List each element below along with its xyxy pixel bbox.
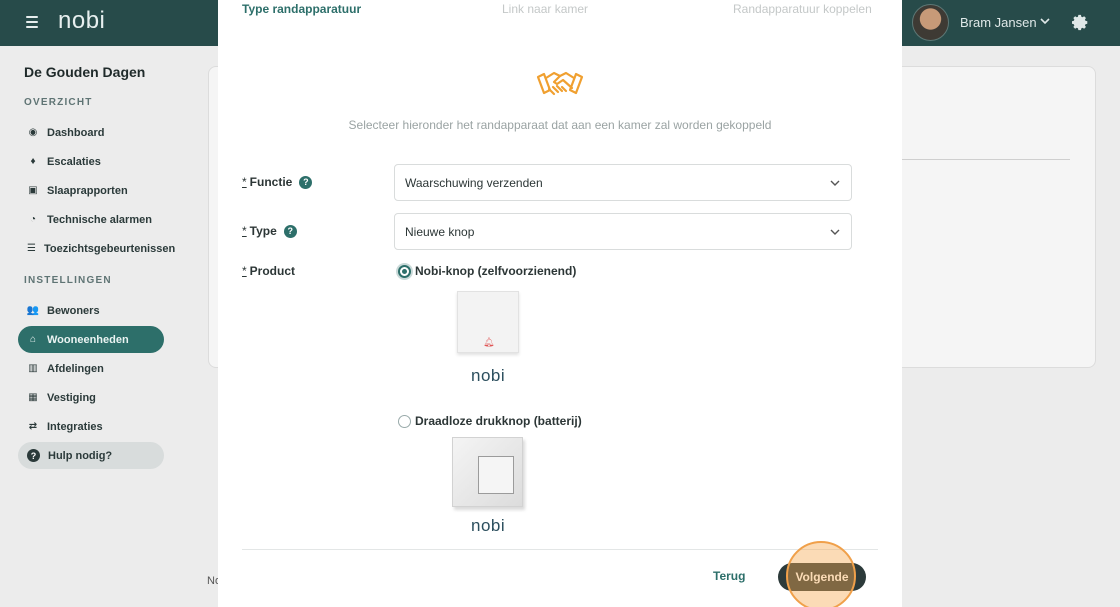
radio-button[interactable]	[398, 414, 411, 428]
bell-icon: 🔔︎	[483, 337, 495, 347]
sidebar-item-label: Escalaties	[47, 155, 101, 168]
chevron-down-icon	[830, 229, 840, 235]
product-option-nobi-knop[interactable]: Nobi-knop (zelfvoorzienend)	[398, 264, 576, 278]
step-type-randapparatuur: Type randapparatuur	[242, 2, 362, 16]
hamburger-menu-icon[interactable]	[26, 16, 38, 28]
footer-divider	[242, 549, 878, 550]
radio-button-checked[interactable]	[398, 264, 411, 278]
sidebar-item-integraties[interactable]: ⇄ Integraties	[18, 413, 164, 440]
nobi-button-image: 🔔︎	[457, 291, 519, 353]
type-select[interactable]: Nieuwe knop	[394, 213, 852, 250]
wireless-push-button-image	[452, 437, 523, 507]
background-divider	[900, 159, 1070, 160]
dashboard-icon: ◉	[28, 127, 38, 138]
sidebar-item-label: Dashboard	[47, 126, 105, 139]
help-label: Hulp nodig?	[48, 449, 113, 462]
handshake-icon	[536, 71, 584, 96]
user-name[interactable]: Bram Jansen	[960, 15, 1037, 30]
step-randapparatuur-koppelen: Randapparatuur koppelen	[733, 2, 872, 16]
brand-logo: nobi	[471, 366, 506, 385]
next-button[interactable]: Volgende	[778, 563, 866, 591]
home-icon: ⌂	[29, 334, 37, 345]
section-label-settings: INSTELLINGEN	[24, 275, 112, 286]
sidebar-item-dashboard[interactable]: ◉ Dashboard	[18, 119, 164, 146]
step-link-naar-kamer: Link naar kamer	[502, 2, 589, 16]
sidebar-item-label: Vestiging	[47, 391, 96, 404]
sidebar-item-escalaties[interactable]: ♦ Escalaties	[18, 148, 164, 175]
organization-name: De Gouden Dagen	[24, 64, 146, 80]
type-select-value: Nieuwe knop	[405, 224, 475, 239]
add-peripheral-modal: Type randapparatuur Link naar kamer Rand…	[218, 0, 902, 607]
question-icon[interactable]: ?	[299, 175, 313, 189]
department-icon: ▥	[28, 363, 38, 374]
back-button[interactable]: Terug	[713, 569, 745, 583]
question-icon: ?	[27, 449, 40, 462]
type-label: * Type ?	[242, 224, 297, 238]
chevron-down-icon	[830, 180, 840, 186]
escalation-icon: ♦	[30, 156, 36, 167]
gear-icon[interactable]	[1072, 14, 1089, 31]
residents-icon: 👥	[26, 305, 40, 316]
sidebar-item-label: Toezichtsgebeurtenissen	[43, 242, 176, 255]
product-option-label: Nobi-knop (zelfvoorzienend)	[415, 264, 577, 278]
function-label: * Functie ?	[242, 175, 313, 189]
sidebar-item-technische-alarmen[interactable]: ◔ Technische alarmen	[18, 206, 164, 233]
sidebar-item-slaaprapporten[interactable]: ▣ Slaaprapporten	[18, 177, 164, 204]
product-option-draadloze-drukknop[interactable]: Draadloze drukknop (batterij)	[398, 414, 582, 428]
alarm-clock-icon: ◔	[29, 214, 37, 225]
product-option-label: Draadloze drukknop (batterij)	[415, 414, 582, 428]
sidebar-item-label: Technische alarmen	[47, 213, 152, 226]
sidebar-item-label: Wooneenheden	[47, 333, 129, 346]
chevron-down-icon[interactable]	[1039, 15, 1051, 27]
integration-icon: ⇄	[28, 421, 38, 432]
sidebar-item-wooneenheden[interactable]: ⌂ Wooneenheden	[18, 326, 164, 353]
sidebar-item-vestiging[interactable]: ▦ Vestiging	[18, 384, 164, 411]
function-select[interactable]: Waarschuwing verzenden	[394, 164, 852, 201]
sidebar-item-label: Slaaprapporten	[47, 184, 128, 197]
help-button[interactable]: ? Hulp nodig?	[18, 442, 164, 469]
function-select-value: Waarschuwing verzenden	[405, 175, 543, 190]
brand-logo: nobi	[471, 516, 506, 535]
sidebar-item-label: Integraties	[47, 420, 103, 433]
sidebar-item-bewoners[interactable]: 👥 Bewoners	[18, 297, 164, 324]
question-icon[interactable]: ?	[283, 224, 297, 238]
sidebar-item-label: Bewoners	[47, 304, 100, 317]
sleep-report-icon: ▣	[28, 185, 38, 196]
modal-subtitle: Selecteer hieronder het randapparaat dat…	[348, 118, 772, 132]
sidebar-item-label: Afdelingen	[47, 362, 104, 375]
avatar[interactable]	[912, 4, 949, 41]
app-logo: nobi	[58, 7, 106, 34]
sidebar-item-toezichtsgebeurtenissen[interactable]: ☰ Toezichtsgebeurtenissen	[18, 235, 175, 262]
sidebar-item-afdelingen[interactable]: ▥ Afdelingen	[18, 355, 164, 382]
product-label: * Product	[242, 264, 296, 278]
sidebar: De Gouden Dagen OVERZICHT ◉ Dashboard ♦ …	[0, 46, 200, 607]
section-label-overview: OVERZICHT	[24, 97, 93, 108]
building-icon: ▦	[28, 392, 38, 403]
supervision-icon: ☰	[27, 243, 36, 254]
switch-plate	[478, 456, 514, 494]
